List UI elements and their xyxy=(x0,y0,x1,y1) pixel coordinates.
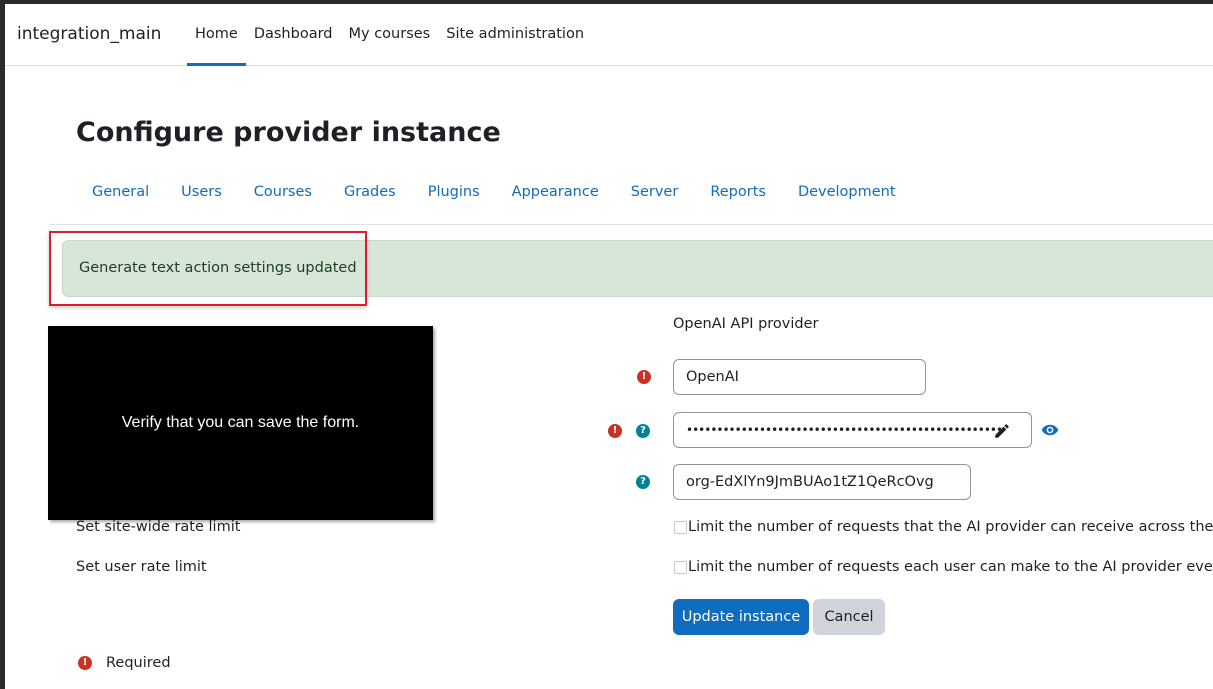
site-rate-limit-description[interactable]: Limit the number of requests that the AI… xyxy=(688,519,1213,535)
help-icon[interactable]: ? xyxy=(636,475,650,489)
user-rate-limit-checkbox[interactable] xyxy=(674,561,687,574)
site-rate-limit-label: Set site-wide rate limit xyxy=(76,519,241,535)
site-rate-limit-checkbox[interactable] xyxy=(674,521,687,534)
admin-secondary-navigation: General Users Courses Grades Plugins App… xyxy=(76,176,912,208)
required-legend-text: Required xyxy=(106,655,171,671)
tab-appearance[interactable]: Appearance xyxy=(496,176,615,208)
help-icon[interactable]: ? xyxy=(636,424,650,438)
required-icon: ! xyxy=(637,370,651,384)
tab-grades[interactable]: Grades xyxy=(328,176,412,208)
nav-site-administration[interactable]: Site administration xyxy=(438,4,592,65)
instruction-overlay: Verify that you can save the form. xyxy=(48,326,433,520)
eye-icon[interactable] xyxy=(1041,421,1059,439)
tab-reports[interactable]: Reports xyxy=(694,176,782,208)
provider-plugin-name: OpenAI API provider xyxy=(673,316,819,332)
tab-users[interactable]: Users xyxy=(165,176,238,208)
user-rate-limit-label: Set user rate limit xyxy=(76,559,207,575)
api-key-input[interactable]: ••••••••••••••••••••••••••••••••••••••••… xyxy=(673,412,1032,448)
overlay-text: Verify that you can save the form. xyxy=(121,414,360,431)
primary-navigation: Home Dashboard My courses Site administr… xyxy=(187,4,592,66)
required-legend: ! Required xyxy=(78,655,171,671)
top-navbar: integration_main Home Dashboard My cours… xyxy=(5,4,1213,66)
cancel-button[interactable]: Cancel xyxy=(813,599,885,635)
tab-plugins[interactable]: Plugins xyxy=(412,176,496,208)
nav-home[interactable]: Home xyxy=(187,4,246,66)
required-icon: ! xyxy=(608,424,622,438)
nav-dashboard[interactable]: Dashboard xyxy=(246,4,341,65)
required-icon: ! xyxy=(78,656,92,670)
tab-development[interactable]: Development xyxy=(782,176,912,208)
instance-name-input[interactable]: OpenAI xyxy=(673,359,926,395)
tab-server[interactable]: Server xyxy=(615,176,695,208)
tab-general[interactable]: General xyxy=(76,176,165,208)
user-rate-limit-description[interactable]: Limit the number of requests each user c… xyxy=(688,559,1213,575)
organization-id-input[interactable]: org-EdXlYn9JmBUAo1tZ1QeRcOvg xyxy=(673,464,971,500)
tab-courses[interactable]: Courses xyxy=(238,176,328,208)
page-title: Configure provider instance xyxy=(76,117,501,148)
site-brand[interactable]: integration_main xyxy=(17,24,161,44)
window-left-edge xyxy=(0,0,5,689)
update-instance-button[interactable]: Update instance xyxy=(673,599,809,635)
tab-divider xyxy=(49,224,1213,225)
api-key-mask: ••••••••••••••••••••••••••••••••••••••••… xyxy=(686,423,1003,437)
highlight-annotation xyxy=(49,231,367,306)
nav-my-courses[interactable]: My courses xyxy=(341,4,439,65)
pencil-icon[interactable] xyxy=(993,422,1011,440)
